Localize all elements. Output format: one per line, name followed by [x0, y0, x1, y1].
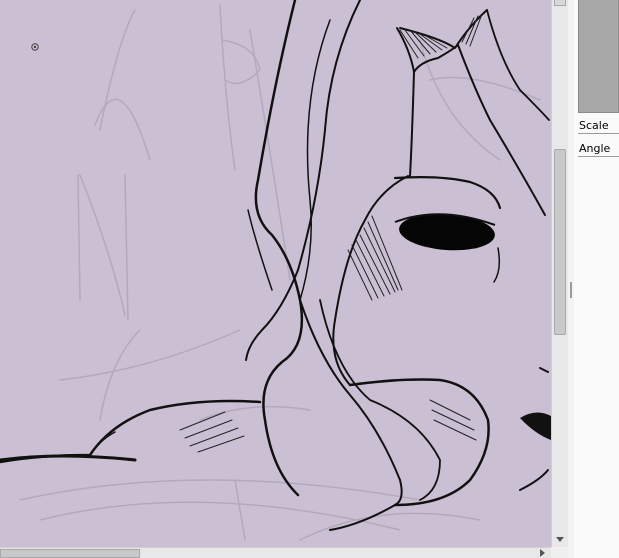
- vertical-scroll-thumb[interactable]: [554, 149, 566, 335]
- grip-icon: [570, 282, 572, 298]
- vertical-scrollbar[interactable]: [551, 0, 568, 547]
- triangle-right-icon: [539, 549, 545, 557]
- scroll-down-button[interactable]: [552, 531, 568, 547]
- scale-label: Scale: [579, 119, 609, 132]
- horizontal-scroll-thumb[interactable]: [0, 549, 140, 558]
- sketch-artwork: [0, 0, 551, 541]
- angle-field[interactable]: [578, 156, 619, 157]
- brush-properties-panel: Scale Angle: [574, 0, 619, 558]
- angle-label: Angle: [579, 142, 611, 155]
- scroll-up-button[interactable]: [554, 0, 566, 6]
- triangle-down-icon: [556, 536, 564, 542]
- brush-cursor-icon: [31, 43, 39, 51]
- scale-field[interactable]: [578, 133, 619, 134]
- drawing-canvas[interactable]: [0, 0, 551, 547]
- brush-preview: [578, 0, 619, 113]
- scroll-right-button[interactable]: [535, 548, 549, 558]
- horizontal-scrollbar[interactable]: [0, 547, 551, 558]
